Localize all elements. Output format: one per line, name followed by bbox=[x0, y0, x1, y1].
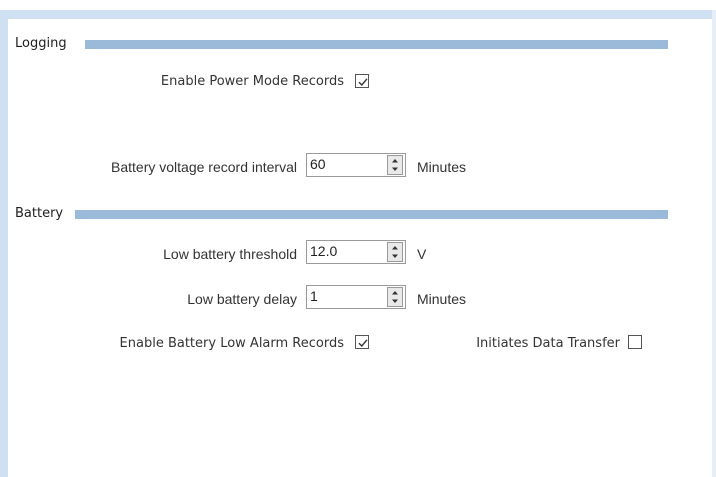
enable-battery-low-alarm-label: Enable Battery Low Alarm Records bbox=[119, 336, 344, 351]
battery-voltage-interval-label: Battery voltage record interval bbox=[111, 159, 297, 175]
panel-left-border bbox=[0, 10, 8, 477]
spinner-buttons[interactable] bbox=[387, 155, 403, 175]
spin-down-icon[interactable] bbox=[388, 297, 402, 306]
spinner-buttons[interactable] bbox=[387, 242, 403, 262]
enable-power-mode-label: Enable Power Mode Records bbox=[160, 74, 344, 89]
spin-up-icon[interactable] bbox=[388, 288, 402, 297]
checkmark-icon bbox=[358, 339, 368, 348]
battery-voltage-interval-spinner[interactable] bbox=[306, 153, 406, 177]
logging-section-title: Logging bbox=[15, 36, 67, 51]
battery-section-bar bbox=[75, 210, 668, 219]
enable-power-mode-checkbox[interactable] bbox=[355, 74, 369, 88]
initiates-data-transfer-checkbox[interactable] bbox=[628, 335, 642, 349]
spin-down-icon[interactable] bbox=[388, 165, 402, 174]
spinner-buttons[interactable] bbox=[387, 287, 403, 307]
battery-voltage-interval-unit: Minutes bbox=[417, 159, 467, 175]
low-battery-delay-label: Low battery delay bbox=[187, 291, 297, 307]
panel-right-border bbox=[712, 10, 716, 477]
low-battery-threshold-label: Low battery threshold bbox=[163, 246, 297, 262]
enable-battery-low-alarm-checkbox[interactable] bbox=[355, 335, 369, 349]
window-top-strip bbox=[0, 0, 716, 10]
checkmark-icon bbox=[358, 78, 368, 87]
low-battery-threshold-input[interactable] bbox=[307, 241, 385, 261]
battery-section-title: Battery bbox=[15, 206, 64, 221]
spin-up-icon[interactable] bbox=[388, 156, 402, 165]
panel-top-border bbox=[0, 10, 716, 19]
battery-voltage-interval-input[interactable] bbox=[307, 154, 385, 174]
spin-up-icon[interactable] bbox=[388, 243, 402, 252]
low-battery-threshold-spinner[interactable] bbox=[306, 240, 406, 264]
low-battery-delay-unit: Minutes bbox=[417, 291, 467, 307]
logging-section-bar bbox=[85, 40, 668, 49]
low-battery-delay-input[interactable] bbox=[307, 286, 385, 306]
low-battery-threshold-unit: V bbox=[417, 246, 427, 262]
low-battery-delay-spinner[interactable] bbox=[306, 285, 406, 309]
spin-down-icon[interactable] bbox=[388, 252, 402, 261]
initiates-data-transfer-label: Initiates Data Transfer bbox=[476, 336, 620, 351]
